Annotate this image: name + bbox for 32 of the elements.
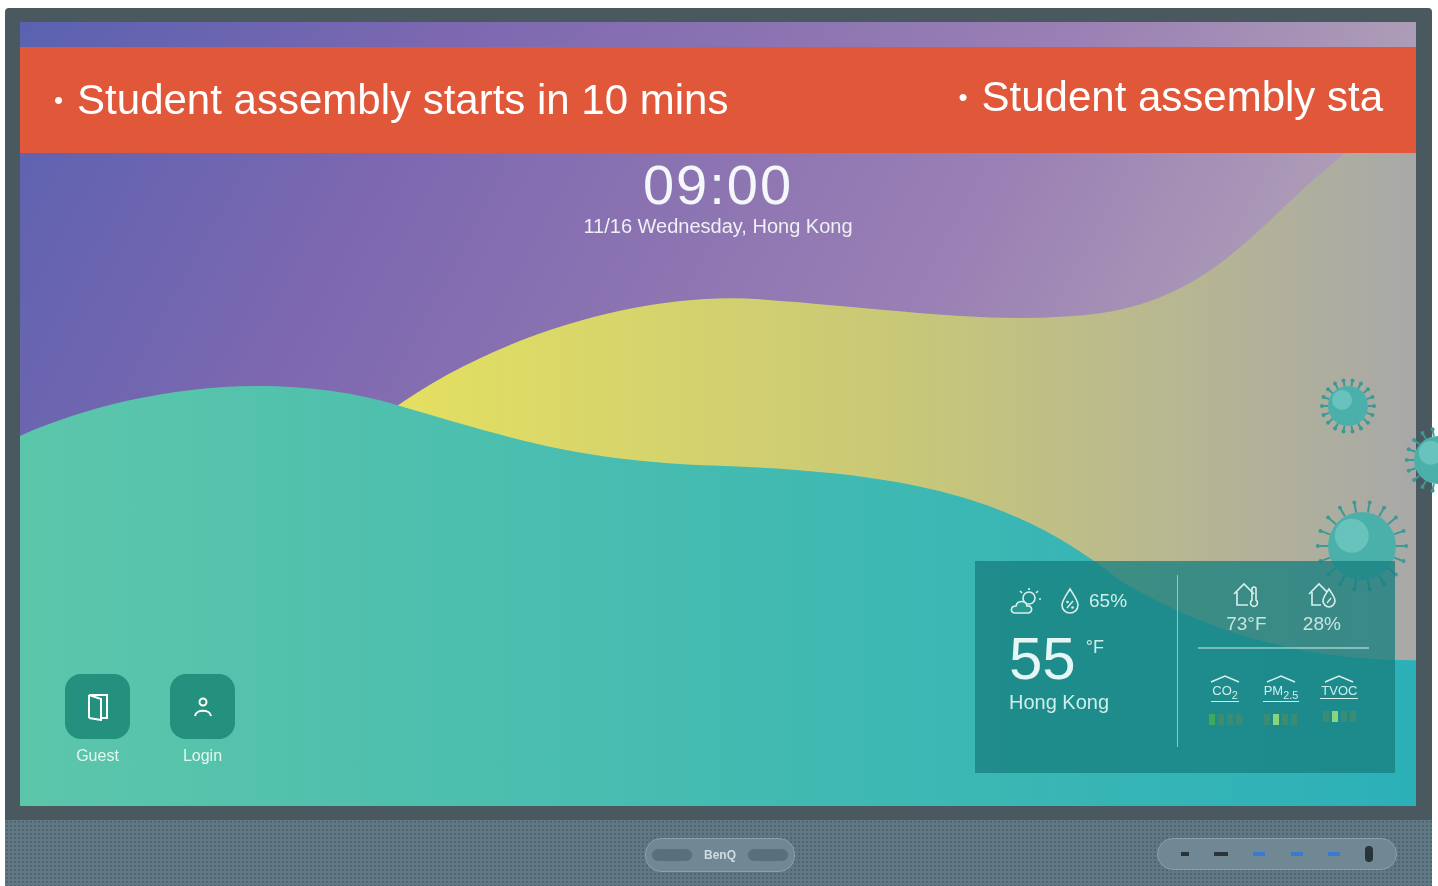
temperature-unit: °F (1085, 637, 1104, 658)
speaker-grille (652, 849, 692, 861)
roof-icon (1324, 675, 1355, 683)
port (1214, 852, 1228, 856)
bullet: • (958, 81, 968, 113)
air-quality-label: TVOC (1320, 683, 1359, 699)
humidity-value: 65% (1089, 590, 1128, 612)
knob-icon (1365, 846, 1374, 862)
roof-icon (1265, 675, 1296, 683)
humidity-drop-icon (1059, 587, 1081, 615)
speaker-grille (747, 849, 788, 861)
shortcut-label: Guest (76, 747, 119, 765)
port (1253, 852, 1266, 856)
port (1290, 852, 1303, 856)
announcement-text: Student assembly sta (981, 73, 1384, 121)
announcement-text: Student assembly starts in 10 mins (77, 76, 729, 124)
air-quality-label: CO$_{2}$ (1211, 683, 1239, 702)
brand-logo: BenQ (703, 848, 736, 862)
bullet: • (54, 84, 64, 116)
indoor-value: 28% (1302, 613, 1341, 635)
door-icon (85, 692, 110, 721)
temperature-value: 55 (1009, 629, 1076, 689)
clock-time: 09:00 (642, 157, 794, 213)
indoor-value: 73°F (1226, 613, 1267, 635)
guest-button[interactable] (65, 674, 130, 739)
clock-date: 11/16 Wednesday, Hong Kong (583, 215, 853, 238)
air-quality-label: PM$_{2.5}$ (1262, 683, 1300, 702)
shortcut-label: Login (182, 747, 223, 765)
roof-icon (1210, 675, 1241, 683)
city-name: Hong Kong (1009, 691, 1111, 714)
port (1180, 852, 1189, 856)
port (1327, 852, 1340, 856)
